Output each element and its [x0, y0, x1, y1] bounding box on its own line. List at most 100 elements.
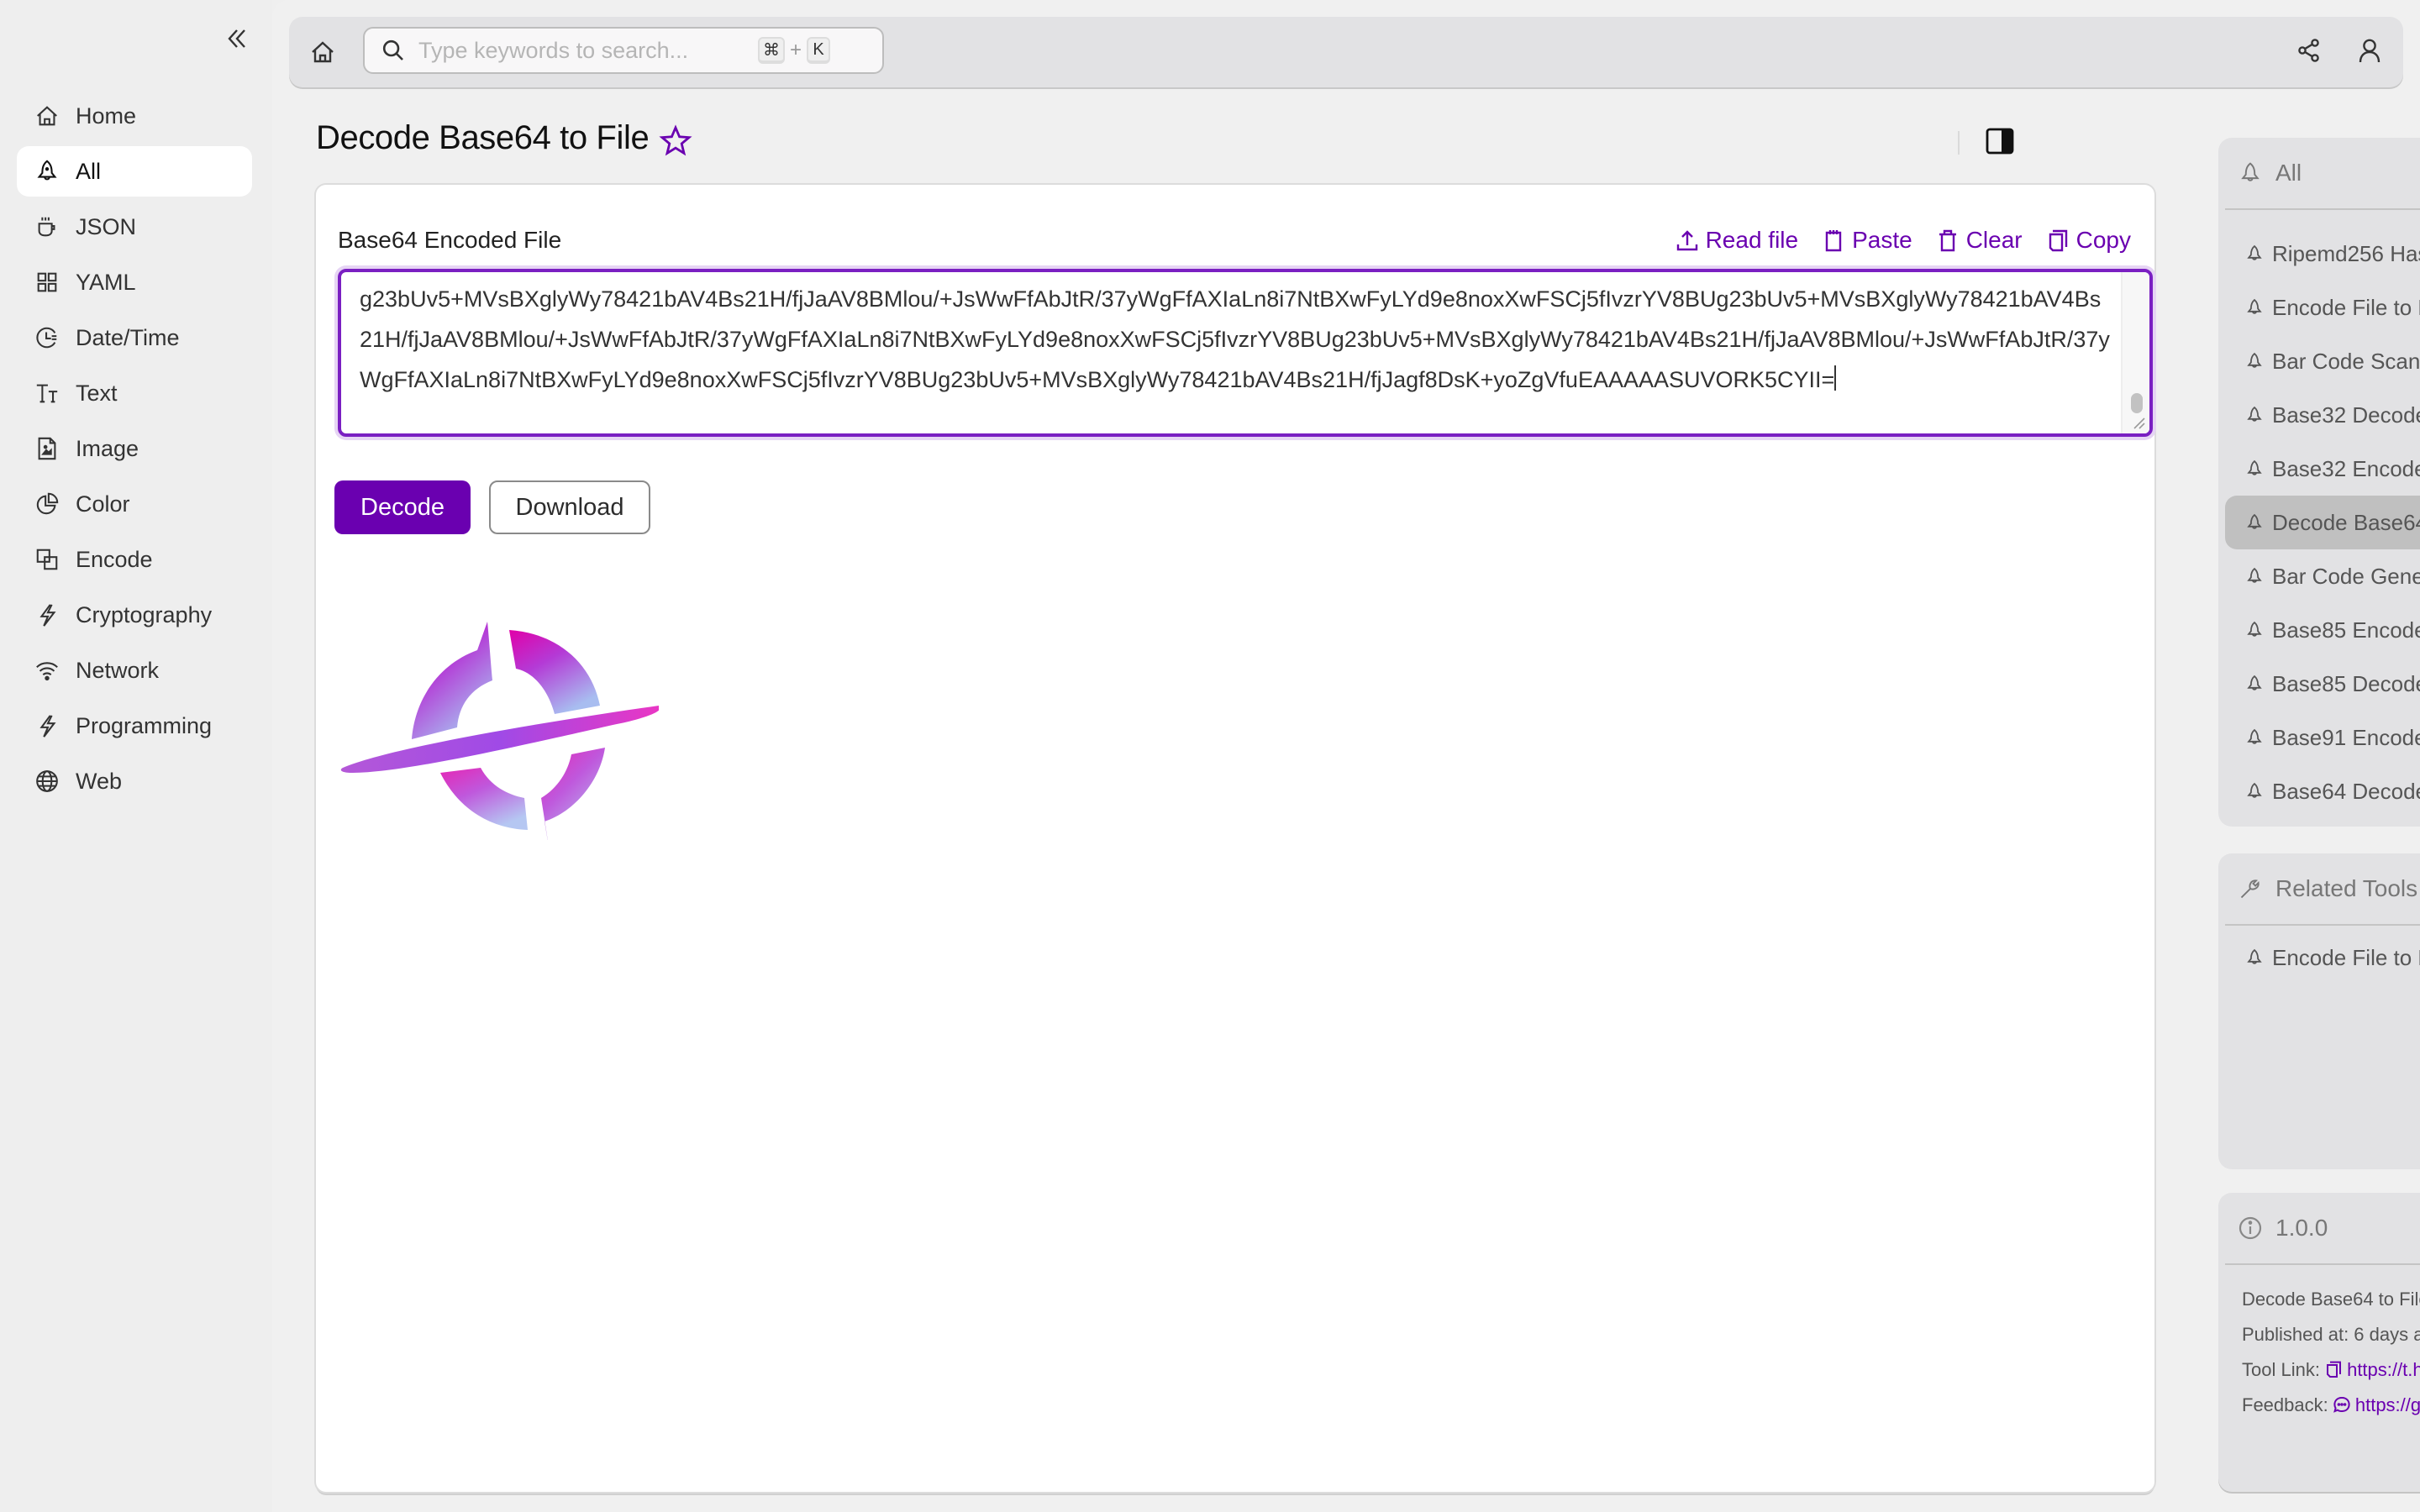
sidebar-item-network[interactable]: Network	[17, 645, 252, 696]
rocket-icon	[2247, 406, 2262, 422]
rocket-icon	[2247, 513, 2262, 529]
sidebar-item-label: JSON	[76, 213, 137, 239]
double-chevron-left-icon	[228, 29, 245, 48]
sidebar-item-label: Date/Time	[76, 324, 180, 350]
tool-info-feedback-row: Feedback: https://github.com/...	[2242, 1388, 2420, 1423]
rocket-icon	[2247, 728, 2262, 744]
rocket-icon	[2247, 675, 2262, 690]
category-tool-item[interactable]: Base85 Decode	[2225, 657, 2420, 711]
sidebar-item-all[interactable]: All	[17, 146, 252, 197]
sidebar-item-image[interactable]: Image	[17, 423, 252, 474]
tool-link[interactable]: https://t.he3app.co...	[2347, 1359, 2420, 1380]
field-label: Base64 Encoded File	[338, 227, 562, 253]
category-tool-label: Bar Code Generator	[2272, 563, 2420, 589]
tool-info-header[interactable]: 1.0.0	[2225, 1193, 2420, 1265]
toggle-right-panel-icon[interactable]	[1983, 124, 2017, 158]
related-tools-panel: Related Tools Encode File to Base64	[2218, 853, 2420, 1169]
category-tool-label: Decode Base64 to File	[2272, 509, 2420, 535]
category-tool-item[interactable]: Base85 Encode	[2225, 603, 2420, 657]
textarea-scrollbar[interactable]	[2121, 272, 2149, 433]
read-file-label: Read file	[1705, 227, 1799, 253]
category-tool-list: Ripemd256 Hash Encode File to Base64 Bar C…	[2218, 210, 2420, 818]
rocket-icon	[2247, 782, 2262, 798]
sidebar-item-yaml[interactable]: YAML	[17, 257, 252, 307]
category-tool-label: Base85 Decode	[2272, 670, 2420, 696]
clipboard-icon	[1825, 230, 1842, 252]
sidebar-item-datetime[interactable]: Date/Time	[17, 312, 252, 363]
share-icon	[2298, 39, 2319, 62]
wrench-icon	[2238, 877, 2262, 900]
sidebar-item-label: Programming	[76, 712, 213, 738]
sidebar-item-color[interactable]: Color	[17, 479, 252, 529]
category-tool-item[interactable]: Ripemd256 Hash	[2225, 227, 2420, 281]
search-box[interactable]: ⌘ + K	[363, 27, 884, 74]
user-button[interactable]	[2353, 34, 2386, 67]
copy-label: Copy	[2075, 227, 2131, 253]
read-file-button[interactable]: Read file	[1676, 227, 1799, 254]
rocket-icon	[2247, 244, 2262, 260]
category-tool-item[interactable]: Decode Base64 to File	[2225, 496, 2420, 549]
logo-orbit	[340, 706, 659, 773]
rocket-icon	[2238, 161, 2262, 185]
related-tool-item[interactable]: Encode File to Base64	[2225, 931, 2420, 984]
textarea-scrollbar-thumb[interactable]	[2131, 393, 2143, 413]
category-tool-item[interactable]: Bar Code Generator	[2225, 549, 2420, 603]
editor-actions: Read file Paste Clear Copy	[1676, 227, 2131, 254]
rocket-icon	[34, 158, 60, 185]
sidebar-item-text[interactable]: Text	[17, 368, 252, 418]
tool-info-published: Published at: 6 days ago	[2242, 1324, 2420, 1345]
tool-info-panel: 1.0.0 Decode Base64 to File Published at…	[2218, 1193, 2420, 1492]
rocket-icon	[2247, 352, 2262, 368]
download-button[interactable]: Download	[489, 480, 650, 534]
related-tools-header[interactable]: Related Tools	[2225, 853, 2420, 926]
tool-info-body: Decode Base64 to File Published at: 6 da…	[2218, 1265, 2420, 1440]
sidebar-item-json[interactable]: JSON	[17, 202, 252, 252]
category-tool-item[interactable]: Base32 Encode	[2225, 442, 2420, 496]
overlap-squares-icon	[34, 546, 60, 573]
shortcut-key-k: K	[807, 37, 831, 64]
collapse-sidebar-button[interactable]	[220, 20, 254, 57]
decode-button[interactable]: Decode	[334, 480, 471, 534]
sidebar: Home All JSON YAML Date/Time Text Image …	[0, 0, 272, 1512]
home-icon	[312, 41, 334, 63]
category-tool-item[interactable]: Base32 Decode	[2225, 388, 2420, 442]
clear-button[interactable]: Clear	[1936, 227, 2023, 254]
related-tool-label: Encode File to Base64	[2272, 944, 2420, 970]
shortcut-key-cmd: ⌘	[758, 37, 785, 64]
sidebar-item-label: Color	[76, 491, 130, 517]
search-input[interactable]	[418, 37, 738, 64]
category-tool-item[interactable]: Bar Code Scanner	[2225, 334, 2420, 388]
category-panel-header[interactable]: All	[2225, 138, 2420, 210]
sidebar-item-home[interactable]: Home	[17, 91, 252, 141]
resize-grip-icon[interactable]	[2133, 417, 2146, 430]
trash-icon	[1939, 229, 1956, 252]
textarea-value: g23bUv5+MVsBXglyWy78421bAV4Bs21H/fjJaAV8…	[360, 286, 2110, 392]
home-icon	[34, 102, 60, 129]
category-tool-label: Encode File to Base64	[2272, 294, 2420, 320]
sidebar-item-cryptography[interactable]: Cryptography	[17, 590, 252, 640]
home-button[interactable]	[306, 35, 339, 69]
page-title: Decode Base64 to File	[316, 119, 650, 156]
category-tool-label: Base85 Encode	[2272, 617, 2420, 643]
text-caret	[1834, 365, 1837, 391]
sidebar-item-programming[interactable]: Programming	[17, 701, 252, 751]
related-tools-list: Encode File to Base64	[2218, 926, 2420, 984]
lightning-icon	[34, 601, 60, 628]
sidebar-item-encode[interactable]: Encode	[17, 534, 252, 585]
sidebar-item-web[interactable]: Web	[17, 756, 252, 806]
top-bar: ⌘ + K	[289, 17, 2403, 87]
copy-button[interactable]: Copy	[2046, 227, 2131, 254]
base64-textarea[interactable]: lW3f4yA8MHgzAnB8U9hJ7yFpd6kzYqgBv+2fL0o5…	[338, 269, 2153, 437]
paste-label: Paste	[1852, 227, 1912, 253]
main-area: ⌘ + K Decode Base64 to File Base64 Encod…	[272, 0, 2420, 1512]
category-tool-item[interactable]: Base64 Decode	[2225, 764, 2420, 818]
paste-button[interactable]: Paste	[1822, 227, 1912, 254]
category-tool-item[interactable]: Base91 Encode	[2225, 711, 2420, 764]
category-tool-item[interactable]: Encode File to Base64	[2225, 281, 2420, 334]
feedback-link[interactable]: https://github.com/...	[2355, 1394, 2420, 1415]
share-button[interactable]	[2292, 34, 2326, 67]
copy-icon[interactable]	[2325, 1361, 2342, 1378]
image-file-icon	[34, 435, 60, 462]
textarea-partial-line: lW3f4yA8MHgzAnB8U9hJ7yFpd6kzYqgBv+2fL0o5…	[360, 269, 987, 271]
favorite-star-icon[interactable]	[659, 124, 692, 158]
